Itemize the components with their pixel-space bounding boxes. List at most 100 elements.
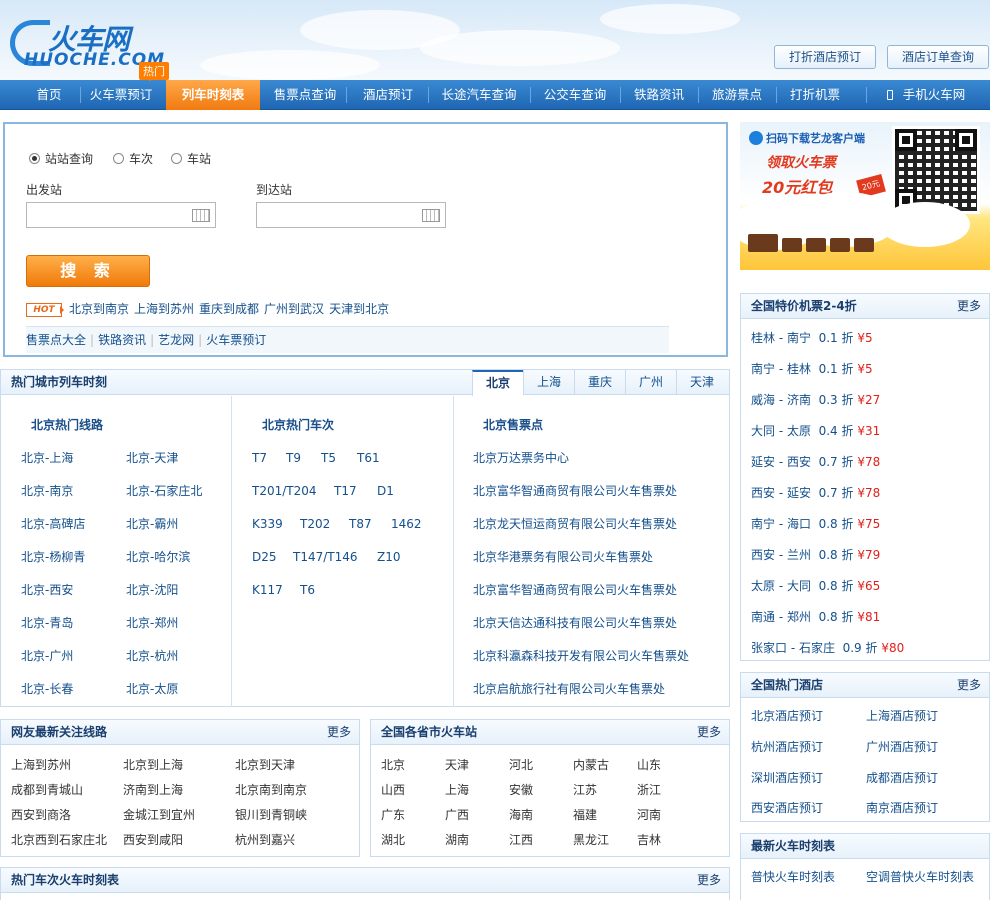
province-link[interactable]: 湖南 xyxy=(445,831,469,848)
deal-row[interactable]: 大同 - 太原 0.4 折 ¥31 xyxy=(751,422,880,439)
hot-route-link[interactable]: 北京到南京 xyxy=(69,302,129,316)
province-link[interactable]: 天津 xyxy=(445,756,469,773)
search-button[interactable]: 搜 索 xyxy=(26,255,150,287)
nav-flights[interactable]: 打折机票 xyxy=(778,80,852,110)
hotel-link[interactable]: 上海酒店预订 xyxy=(866,707,938,724)
nav-attractions[interactable]: 旅游景点 xyxy=(700,80,774,110)
hotel-link[interactable]: 南京酒店预订 xyxy=(866,799,938,816)
user-route-link[interactable]: 北京南到南京 xyxy=(235,781,307,798)
hot-route-link[interactable]: 天津到北京 xyxy=(329,302,389,316)
train-link[interactable]: T147/T146 xyxy=(293,550,358,564)
user-route-link[interactable]: 北京到上海 xyxy=(123,756,183,773)
train-link[interactable]: T17 xyxy=(334,484,357,498)
outlet-link[interactable]: 北京富华智通商贸有限公司火车售票处 xyxy=(473,482,677,499)
route-link[interactable]: 北京-石家庄北 xyxy=(126,482,202,499)
train-link[interactable]: D25 xyxy=(252,550,277,564)
route-link[interactable]: 北京-沈阳 xyxy=(126,581,178,598)
train-link[interactable]: T201/T204 xyxy=(252,484,317,498)
hotel-link[interactable]: 北京酒店预订 xyxy=(751,707,823,724)
from-station-input[interactable] xyxy=(26,202,216,228)
nav-mobile[interactable]: 手机火车网 xyxy=(876,80,976,110)
train-link[interactable]: Z10 xyxy=(377,550,401,564)
calendar-icon[interactable] xyxy=(192,209,210,222)
mode-station-radio[interactable]: 车站 xyxy=(171,150,211,167)
train-link[interactable]: T5 xyxy=(321,451,336,465)
route-link[interactable]: 北京-霸州 xyxy=(126,515,178,532)
nav-home[interactable]: 首页 xyxy=(18,80,80,110)
hotel-link[interactable]: 广州酒店预订 xyxy=(866,738,938,755)
outlet-link[interactable]: 北京万达票务中心 xyxy=(473,449,569,466)
hotel-link[interactable]: 深圳酒店预订 xyxy=(751,769,823,786)
nav-rail-news[interactable]: 铁路资讯 xyxy=(622,80,696,110)
calendar-icon[interactable] xyxy=(422,209,440,222)
hot-route-link[interactable]: 重庆到成都 xyxy=(199,302,259,316)
province-link[interactable]: 江苏 xyxy=(573,781,597,798)
nav-ticket-booking[interactable]: 火车票预订 xyxy=(82,80,160,110)
province-link[interactable]: 广西 xyxy=(445,806,469,823)
route-link[interactable]: 北京-青岛 xyxy=(21,614,73,631)
province-link[interactable]: 北京 xyxy=(381,756,405,773)
route-link[interactable]: 北京-天津 xyxy=(126,449,178,466)
hotel-link[interactable]: 西安酒店预订 xyxy=(751,799,823,816)
deal-row[interactable]: 张家口 - 石家庄 0.9 折 ¥80 xyxy=(751,639,904,656)
province-link[interactable]: 山西 xyxy=(381,781,405,798)
hot-hotels-more-link[interactable]: 更多 xyxy=(957,673,981,698)
outlet-link[interactable]: 北京龙天恒运商贸有限公司火车售票处 xyxy=(473,515,677,532)
to-station-input[interactable] xyxy=(256,202,446,228)
outlet-link[interactable]: 北京天信达通科技有限公司火车售票处 xyxy=(473,614,677,631)
latest-timetable-link[interactable]: 空调普快火车时刻表 xyxy=(866,868,974,885)
province-link[interactable]: 上海 xyxy=(445,781,469,798)
nav-timetable[interactable]: 列车时刻表 xyxy=(166,80,260,110)
nav-outlet-query[interactable]: 售票点查询 xyxy=(266,80,344,110)
mode-station-to-station-radio[interactable]: 站站查询 xyxy=(29,150,93,167)
discount-hotel-button[interactable]: 打折酒店预订 xyxy=(774,45,876,69)
train-link[interactable]: T61 xyxy=(357,451,380,465)
flight-deals-more-link[interactable]: 更多 xyxy=(957,294,981,319)
deal-row[interactable]: 南宁 - 桂林 0.1 折 ¥5 xyxy=(751,360,873,377)
province-link[interactable]: 福建 xyxy=(573,806,597,823)
outlet-link[interactable]: 北京富华智通商贸有限公司火车售票处 xyxy=(473,581,677,598)
train-link[interactable]: 1462 xyxy=(391,517,422,531)
user-route-link[interactable]: 杭州到嘉兴 xyxy=(235,831,295,848)
user-route-link[interactable]: 北京到天津 xyxy=(235,756,295,773)
route-link[interactable]: 北京-郑州 xyxy=(126,614,178,631)
app-download-ad[interactable]: 扫码下载艺龙客户端 领取火车票 20元红包 20元 xyxy=(740,122,990,270)
province-link[interactable]: 湖北 xyxy=(381,831,405,848)
route-link[interactable]: 北京-哈尔滨 xyxy=(126,548,190,565)
hot-route-link[interactable]: 广州到武汉 xyxy=(264,302,324,316)
hot-route-link[interactable]: 上海到苏州 xyxy=(134,302,194,316)
train-link[interactable]: D1 xyxy=(377,484,394,498)
tab-beijing[interactable]: 北京 xyxy=(472,370,523,396)
route-link[interactable]: 北京-太原 xyxy=(126,680,178,697)
province-link[interactable]: 安徽 xyxy=(509,781,533,798)
province-link[interactable]: 河北 xyxy=(509,756,533,773)
hotel-link[interactable]: 成都酒店预订 xyxy=(866,769,938,786)
train-link[interactable]: T9 xyxy=(286,451,301,465)
route-link[interactable]: 北京-高碑店 xyxy=(21,515,85,532)
site-logo[interactable]: 火车网 HUOCHE.COM xyxy=(10,16,164,74)
train-link[interactable]: T202 xyxy=(300,517,330,531)
deal-row[interactable]: 南通 - 郑州 0.8 折 ¥81 xyxy=(751,608,880,625)
hotel-link[interactable]: 杭州酒店预订 xyxy=(751,738,823,755)
user-route-link[interactable]: 西安到商洛 xyxy=(11,806,71,823)
quick-link[interactable]: 艺龙网 xyxy=(158,333,194,347)
province-link[interactable]: 内蒙古 xyxy=(573,756,609,773)
latest-timetable-link[interactable]: 普快火车时刻表 xyxy=(751,868,835,885)
quick-link[interactable]: 火车票预订 xyxy=(206,333,266,347)
deal-row[interactable]: 威海 - 济南 0.3 折 ¥27 xyxy=(751,391,880,408)
route-link[interactable]: 北京-杨柳青 xyxy=(21,548,85,565)
route-link[interactable]: 北京-广州 xyxy=(21,647,73,664)
deal-row[interactable]: 南宁 - 海口 0.8 折 ¥75 xyxy=(751,515,880,532)
province-link[interactable]: 浙江 xyxy=(637,781,661,798)
tab-chongqing[interactable]: 重庆 xyxy=(574,370,625,395)
nav-city-bus[interactable]: 公交车查询 xyxy=(532,80,618,110)
deal-row[interactable]: 西安 - 兰州 0.8 折 ¥79 xyxy=(751,546,880,563)
route-link[interactable]: 北京-杭州 xyxy=(126,647,178,664)
deal-row[interactable]: 延安 - 西安 0.7 折 ¥78 xyxy=(751,453,880,470)
stations-more-link[interactable]: 更多 xyxy=(697,720,721,745)
province-link[interactable]: 河南 xyxy=(637,806,661,823)
user-route-link[interactable]: 北京西到石家庄北 xyxy=(11,831,107,848)
user-route-link[interactable]: 上海到苏州 xyxy=(11,756,71,773)
train-link[interactable]: T6 xyxy=(300,583,315,597)
train-link[interactable]: T87 xyxy=(349,517,372,531)
